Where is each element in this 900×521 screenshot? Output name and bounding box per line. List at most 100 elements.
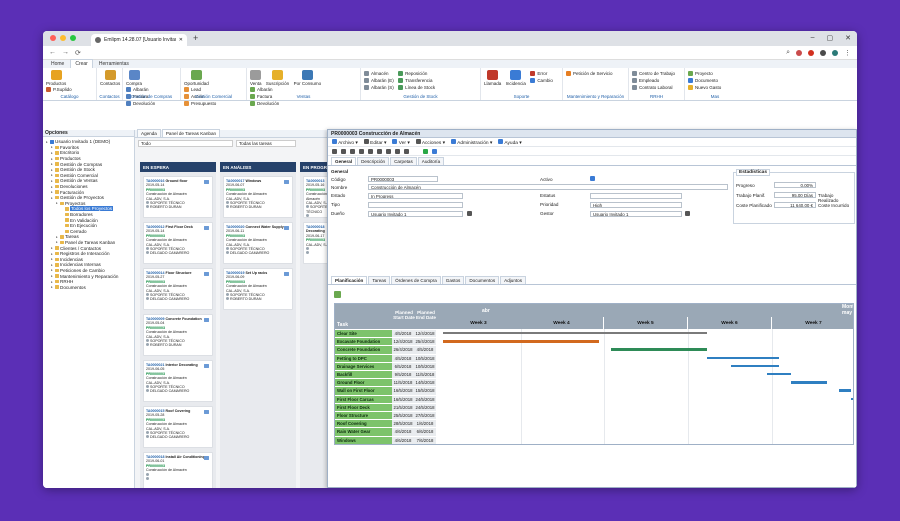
gantt-bar[interactable] (851, 397, 853, 400)
gantt-row[interactable]: Ground Floor 11/5/2018 14/5/2018 (335, 379, 436, 388)
peticion-servicio-button[interactable]: Petición de Servicio (566, 70, 625, 77)
gantt-row[interactable]: Floor Structure 25/5/2018 27/5/2018 (335, 412, 436, 421)
save-icon[interactable] (332, 148, 337, 154)
gantt-bar[interactable] (731, 364, 779, 368)
extension-icon[interactable] (796, 49, 802, 56)
cambio-button[interactable]: Cambio (530, 77, 553, 84)
gantt-row[interactable]: Rain Water Gear 4/6/2018 6/6/2018 (335, 428, 436, 437)
link-icon[interactable] (404, 148, 409, 154)
tab-general[interactable]: General (331, 157, 357, 165)
task-card[interactable]: TA0000016 Ground floor 2019-05-14 PR000000… (143, 176, 213, 218)
attach-icon[interactable] (395, 148, 400, 154)
gantt-grid-icon[interactable] (334, 291, 341, 298)
prioridad-select[interactable]: High (590, 202, 682, 208)
expand-icon[interactable]: ▸ (51, 263, 54, 267)
expand-icon[interactable]: ▸ (46, 140, 49, 144)
expand-icon[interactable]: ▸ (51, 185, 54, 189)
card-menu-icon[interactable] (204, 410, 209, 414)
tab-agenda[interactable]: Agenda (137, 129, 161, 137)
profile-avatar-icon[interactable] (832, 49, 838, 56)
task-card[interactable]: TA0000017 Windows 2019-06-07 PR0000003 Cons… (223, 176, 293, 218)
card-menu-icon[interactable] (204, 318, 209, 322)
task-card[interactable]: TA0000015 Roof Covering 2019-05-28 PR00000… (143, 406, 213, 448)
lead-button[interactable]: Lead (184, 86, 216, 93)
task-card[interactable]: TA0000021 Interior Decorating 2019-06-05 P… (143, 360, 213, 402)
task-card[interactable]: TA0000018 Install Air Conditioning 2019-0… (143, 452, 213, 488)
card-menu-icon[interactable] (204, 364, 209, 368)
gantt-row[interactable]: Drainage Services 6/5/2018 10/5/2018 (335, 362, 436, 371)
gantt-row[interactable]: First Floor Carcas 16/5/2018 24/5/2018 (335, 395, 436, 404)
menu-crear[interactable]: Crear (70, 59, 93, 68)
dueno-field[interactable]: Usuario Invitado 1 (368, 211, 463, 217)
archivo-menu[interactable]: Archivo ▾ (332, 138, 358, 146)
card-menu-icon[interactable] (204, 180, 209, 184)
gestor-lookup-icon[interactable] (685, 211, 690, 216)
albaran-s-button[interactable]: Albarán (S) (364, 84, 394, 91)
gantt-bar[interactable] (443, 340, 599, 343)
venta-albaran-button[interactable]: Albarán (250, 86, 279, 93)
task-card[interactable]: TA0000009 Concrete Foundation 2019-05-04 P… (143, 314, 213, 356)
browser-tab[interactable]: Emlipm 14.28.07 [Usuario Invitad ✕ (91, 34, 187, 46)
suscripcion-button[interactable]: Suscripción (266, 70, 289, 86)
tab-close-icon[interactable]: ✕ (179, 37, 183, 43)
expand-icon[interactable]: ▸ (56, 240, 59, 244)
almacen-button[interactable]: Almacén (364, 70, 394, 77)
back-icon[interactable]: ← (49, 49, 56, 56)
tab-auditoria[interactable]: Auditoría (417, 157, 445, 165)
acciones-menu[interactable]: Acciones ▾ (415, 138, 445, 146)
gantt-row[interactable]: Backfill 9/5/2018 11/5/2018 (335, 371, 436, 380)
extension-m-icon[interactable] (808, 49, 814, 56)
minimize-dot-icon[interactable] (60, 35, 66, 41)
filter-scope-select[interactable]: Todo (138, 140, 233, 147)
expand-icon[interactable]: ▸ (51, 268, 54, 272)
ayuda-menu[interactable]: Ayuda ▾ (498, 138, 522, 146)
first-icon[interactable] (350, 148, 355, 154)
refresh-icon[interactable] (386, 148, 391, 154)
presupuesto-button[interactable]: Presupuesto (184, 100, 216, 107)
albaran-e-button[interactable]: Albarán (E) (364, 77, 394, 84)
expand-icon[interactable]: ▸ (51, 162, 54, 166)
expand-icon[interactable]: ▸ (51, 151, 54, 155)
tab-descripcion[interactable]: Descripción (357, 157, 390, 165)
transferencia-button[interactable]: Transferencia (398, 77, 435, 84)
compra-albaran-button[interactable]: Albarán (126, 86, 155, 93)
contrato-laboral-button[interactable]: Contrato Laboral (632, 84, 681, 91)
tab-tareas[interactable]: Tareas (368, 276, 391, 284)
expand-icon[interactable]: ▸ (51, 168, 54, 172)
gantt-row[interactable]: Windows 4/6/2018 7/6/2018 (335, 436, 436, 444)
forward-icon[interactable]: → (62, 49, 69, 56)
administracion-menu[interactable]: Administración ▾ (451, 138, 492, 146)
productos-button[interactable]: Productos (46, 70, 66, 86)
gantt-bar[interactable] (839, 389, 851, 392)
expand-icon[interactable]: ▸ (51, 145, 54, 149)
gantt-row[interactable]: Roof Covering 28/5/2018 1/6/2018 (335, 420, 436, 429)
tab-ordenes-compra[interactable]: Órdenes de Compra (391, 276, 441, 284)
maximize-dot-icon[interactable] (70, 35, 76, 41)
zoom-icon[interactable]: ⌕ (786, 49, 790, 57)
gantt-row[interactable]: Clear Site 4/5/2018 12/4/2018 (335, 330, 436, 339)
ver-menu[interactable]: Ver ▾ (392, 138, 410, 146)
window-close-button[interactable]: ✕ (845, 34, 851, 42)
editar-menu[interactable]: Editar ▾ (363, 138, 386, 146)
expand-icon[interactable]: ▸ (51, 252, 54, 256)
gestor-field[interactable]: Usuario Invitado 1 (590, 211, 682, 217)
documento-button[interactable]: Documento (688, 77, 742, 84)
browser-menu-icon[interactable]: ⋮ (844, 49, 851, 57)
new-tab-button[interactable]: + (193, 33, 198, 43)
window-restore-button[interactable]: ▢ (827, 34, 834, 42)
reload-icon[interactable]: ⟳ (75, 49, 81, 57)
expand-icon[interactable]: ▸ (51, 179, 54, 183)
task-card[interactable]: TA0000012 First Floor Deck 2019-05-14 PR00… (143, 222, 213, 264)
task-card[interactable]: TA0000020 Connect Water Supply 2019-06-11… (223, 222, 293, 264)
incidencia-button[interactable]: Incidencia (506, 70, 526, 86)
expand-icon[interactable]: ▸ (51, 173, 54, 177)
extension-puzzle-icon[interactable] (820, 49, 826, 56)
centro-trabajo-button[interactable]: Centro de Trabajo (632, 70, 681, 77)
llamada-button[interactable]: Llamada (484, 70, 501, 86)
gantt-bar[interactable] (707, 356, 779, 359)
proyecto-button[interactable]: Proyecto (688, 70, 742, 77)
estado-field[interactable]: In Progress (368, 193, 463, 199)
expand-icon[interactable]: ▸ (51, 196, 54, 200)
expand-icon[interactable]: ▸ (51, 190, 54, 194)
tipo-field[interactable] (368, 202, 463, 208)
